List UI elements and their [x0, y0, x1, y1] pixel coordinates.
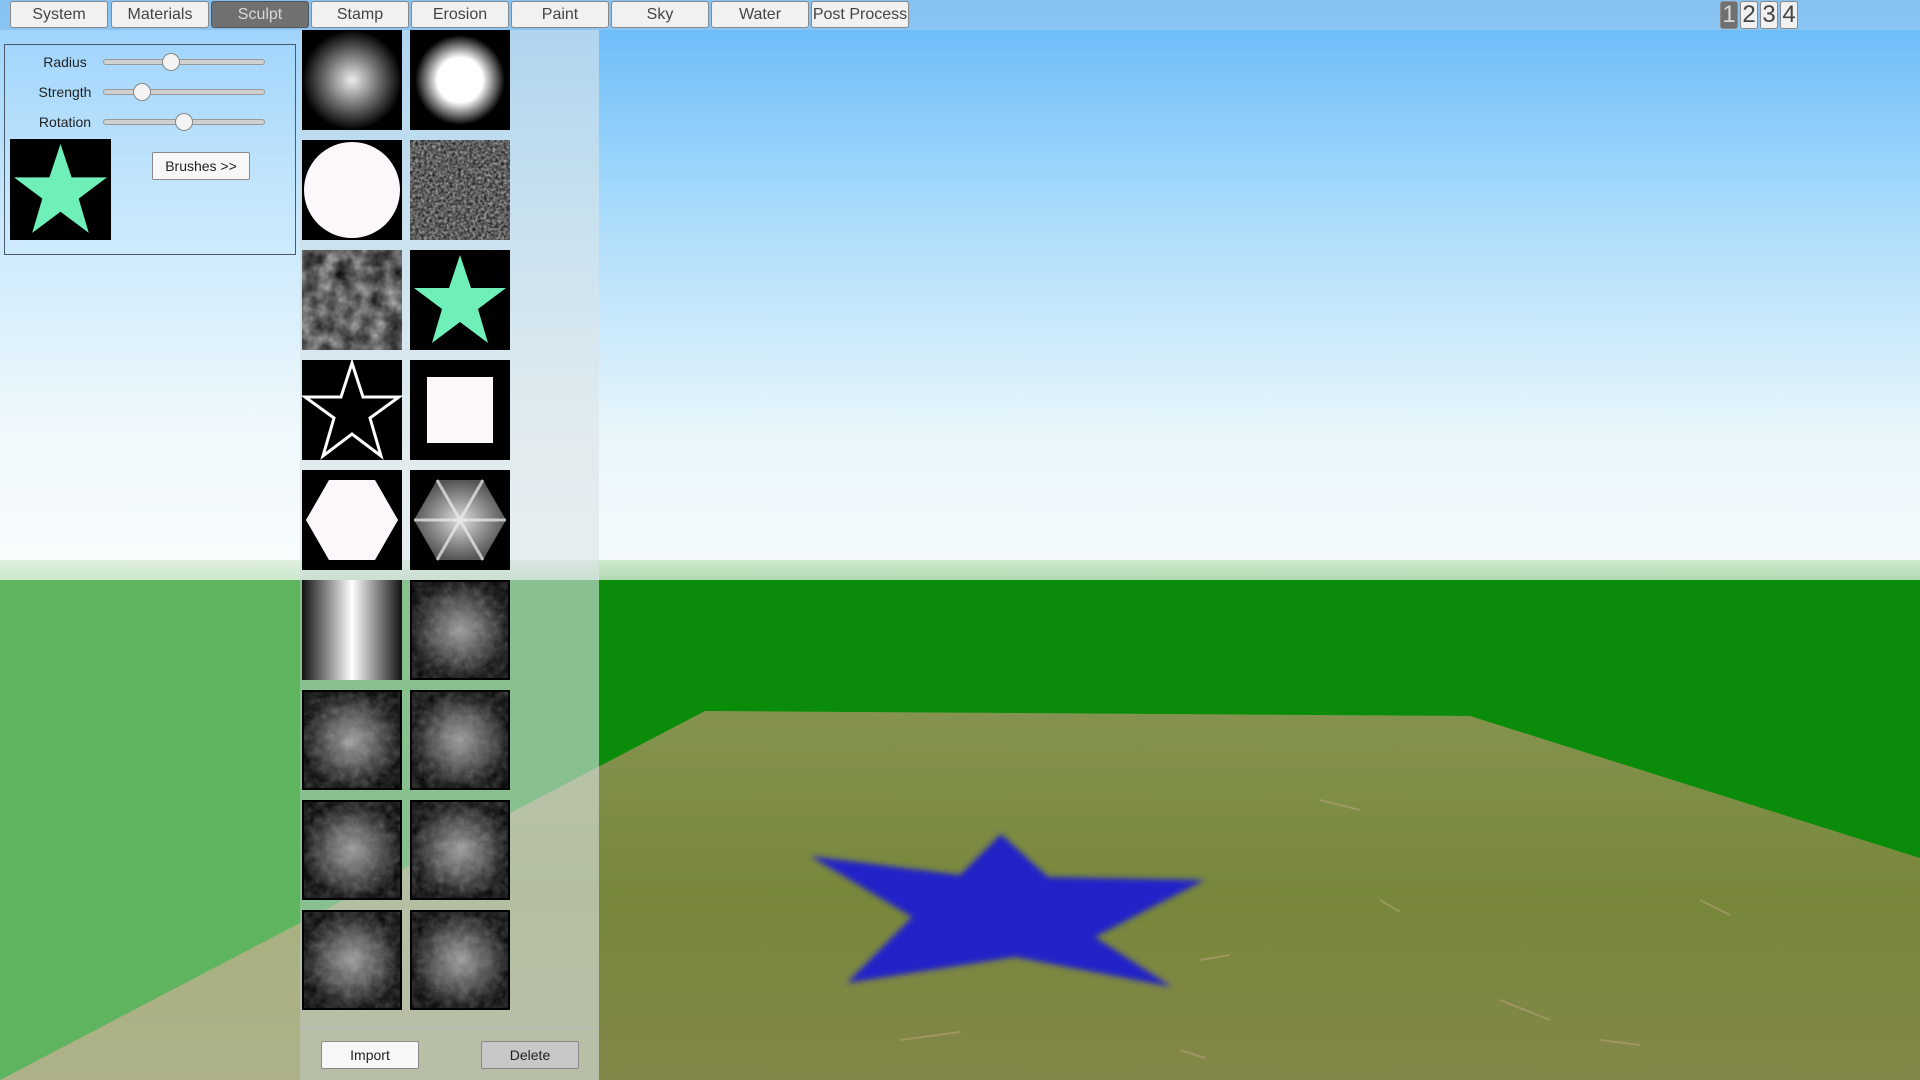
tab-water[interactable]: Water: [711, 1, 809, 28]
brush-thumbnail[interactable]: [410, 30, 510, 130]
radius-slider-row: Radius: [5, 50, 297, 74]
strength-label: Strength: [38, 84, 92, 100]
viewport-2-button[interactable]: 2: [1740, 1, 1758, 29]
brush-thumbnail[interactable]: [410, 580, 510, 680]
brush-thumbnail[interactable]: [302, 800, 402, 900]
radius-slider[interactable]: [103, 53, 265, 71]
brushes-button[interactable]: Brushes >>: [152, 152, 250, 180]
delete-button[interactable]: Delete: [481, 1041, 579, 1069]
brush-thumbnail[interactable]: [302, 690, 402, 790]
rock-texture-brush-icon: [302, 690, 402, 790]
rotation-label: Rotation: [38, 114, 92, 130]
rock-texture-brush-icon: [410, 910, 510, 1010]
brush-thumbnail[interactable]: [302, 910, 402, 1010]
rotation-slider[interactable]: [103, 113, 265, 131]
strength-slider-row: Strength: [5, 80, 297, 104]
tab-erosion[interactable]: Erosion: [411, 1, 509, 28]
rock-texture-brush-icon: [410, 690, 510, 790]
square-brush-icon: [427, 377, 493, 443]
tab-sky[interactable]: Sky: [611, 1, 709, 28]
brush-thumbnail[interactable]: [410, 250, 510, 350]
star-brush-icon: [14, 144, 107, 233]
rock-texture-brush-icon: [302, 800, 402, 900]
brush-library-panel: Import Delete: [300, 30, 599, 1080]
star-outline-brush-icon: [302, 360, 402, 460]
brush-thumbnail[interactable]: [410, 360, 510, 460]
rock-texture-brush-icon: [410, 800, 510, 900]
brush-thumbnail[interactable]: [302, 30, 402, 130]
brush-thumbnail[interactable]: [302, 470, 402, 570]
tab-sculpt[interactable]: Sculpt: [211, 1, 309, 28]
brush-thumbnail[interactable]: [410, 140, 510, 240]
divider: [300, 1028, 599, 1029]
viewport-1-button[interactable]: 1: [1720, 1, 1738, 29]
tab-system[interactable]: System: [10, 1, 108, 28]
viewport-4-button[interactable]: 4: [1780, 1, 1798, 29]
strength-slider[interactable]: [103, 83, 265, 101]
current-brush-preview: [10, 139, 111, 240]
brush-thumbnail[interactable]: [410, 690, 510, 790]
soft-radial-gradient-brush-icon: [302, 30, 402, 130]
solid-circle-brush-icon: [304, 142, 400, 238]
cloud-circle-brush-icon: [304, 252, 400, 348]
rock-texture-brush-icon: [410, 580, 510, 680]
star-brush-icon: [414, 255, 506, 343]
sculpt-settings-panel: Radius Strength Rotation Brushes >>: [4, 44, 296, 255]
brush-thumbnail[interactable]: [302, 250, 402, 350]
hard-glow-circle-brush-icon: [410, 30, 510, 130]
noise-circle-brush-icon: [413, 143, 507, 237]
brush-thumbnail[interactable]: [302, 140, 402, 240]
tab-stamp[interactable]: Stamp: [311, 1, 409, 28]
rotation-slider-knob[interactable]: [175, 113, 193, 131]
rock-texture-brush-icon: [302, 910, 402, 1010]
viewport-3-button[interactable]: 3: [1760, 1, 1778, 29]
radius-slider-knob[interactable]: [162, 53, 181, 71]
rotation-slider-row: Rotation: [5, 110, 297, 134]
tab-materials[interactable]: Materials: [111, 1, 209, 28]
top-menu-bar: System Materials Sculpt Stamp Erosion Pa…: [0, 0, 1920, 30]
hex-rays-brush-icon: [414, 479, 506, 561]
brush-thumbnail[interactable]: [302, 360, 402, 460]
strength-slider-knob[interactable]: [133, 83, 152, 101]
brush-thumbnail[interactable]: [302, 580, 402, 680]
radius-label: Radius: [43, 54, 87, 70]
tab-paint[interactable]: Paint: [511, 1, 609, 28]
import-button[interactable]: Import: [321, 1041, 419, 1069]
brush-thumbnail[interactable]: [410, 800, 510, 900]
hexagon-brush-icon: [306, 480, 398, 560]
tab-post-process[interactable]: Post Process: [811, 1, 909, 28]
vertical-gradient-brush-icon: [302, 580, 402, 680]
brush-thumbnail[interactable]: [410, 910, 510, 1010]
brush-thumbnail[interactable]: [410, 470, 510, 570]
